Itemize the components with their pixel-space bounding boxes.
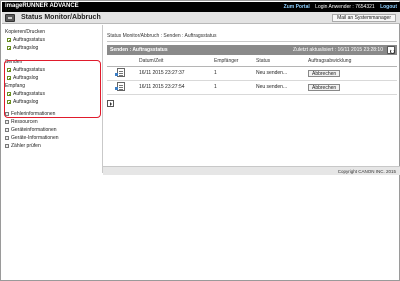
sidebar-item-error-info[interactable]: Fehlerinformationen	[2, 110, 102, 118]
cell-action: Abbrechen	[306, 66, 397, 81]
bullet-icon	[7, 46, 11, 50]
footer: Copyright CANON INC. 2015	[103, 166, 400, 175]
sidebar-item-copy-job-status[interactable]: Auftragsstatus	[2, 36, 102, 44]
col-header-icon	[107, 57, 137, 67]
expand-icon	[5, 136, 9, 140]
sidebar: Kopieren/Drucken Auftragsstatus Auftrags…	[2, 25, 103, 173]
login-user-label: Login Anwender : 7654321	[315, 4, 375, 10]
sidebar-group-receive: Empfang	[5, 83, 26, 89]
col-header-recipients: Empfänger	[212, 57, 254, 67]
expand-icon	[5, 144, 9, 148]
cell-icon	[107, 66, 137, 81]
sidebar-item-label: Auftragslog	[13, 75, 39, 81]
sidebar-item-send-job-status[interactable]: Auftragsstatus	[2, 66, 102, 74]
cell-datetime: 16/11 2015 23:27:54	[137, 80, 212, 95]
section-title-bar: Senden : Auftragsstatus Zuletzt aktualis…	[107, 45, 397, 55]
sidebar-item-device-info[interactable]: Geräte-Informationen	[2, 134, 102, 142]
browser-frame: imageRUNNER ADVANCE Zum Portal Login Anw…	[0, 0, 400, 281]
cancel-job-button[interactable]: Abbrechen	[308, 83, 341, 91]
cell-recipients: 1	[212, 66, 254, 81]
sidebar-item-check-counter[interactable]: Zähler prüfen	[2, 142, 102, 150]
cell-icon	[107, 80, 137, 95]
expand-icon	[5, 112, 9, 116]
cell-recipients: 1	[212, 80, 254, 95]
sidebar-item-label: Fehlerinformationen	[11, 111, 56, 117]
divider	[107, 41, 397, 42]
brand-logo: imageRUNNER ADVANCE	[5, 3, 79, 9]
sidebar-item-label: Auftragsstatus	[13, 91, 45, 97]
expand-icon	[5, 120, 9, 124]
sidebar-item-label: Ressourcen	[11, 119, 38, 125]
cell-status: Neu senden...	[254, 66, 306, 81]
bullet-icon	[7, 38, 11, 42]
cell-datetime: 16/11 2015 23:27:37	[137, 66, 212, 81]
sidebar-item-label: Geräte-Informationen	[11, 135, 59, 141]
breadcrumb: Status Monitor/Abbruch : Senden : Auftra…	[107, 33, 217, 39]
sidebar-item-receive-job-log[interactable]: Auftragslog	[2, 98, 102, 106]
sidebar-item-label: Auftragslog	[13, 45, 39, 51]
top-links: Zum Portal Login Anwender : 7654321 Logo…	[280, 4, 397, 10]
sidebar-item-receive-job-status[interactable]: Auftragsstatus	[2, 90, 102, 98]
logout-link[interactable]: Logout	[380, 4, 397, 10]
sidebar-item-label: Auftragslog	[13, 99, 39, 105]
portal-link[interactable]: Zum Portal	[284, 4, 310, 10]
bullet-icon	[7, 76, 11, 80]
sidebar-item-label: Auftragsstatus	[13, 67, 45, 73]
sidebar-group-send: Senden	[5, 59, 23, 65]
sidebar-item-resources[interactable]: Ressourcen	[2, 118, 102, 126]
sidebar-item-send-job-log[interactable]: Auftragslog	[2, 74, 102, 82]
job-status-table: Datum/Zeit Empfänger Status Auftragsabwi…	[107, 57, 397, 95]
top-bar: imageRUNNER ADVANCE Zum Portal Login Anw…	[2, 2, 400, 12]
cell-status: Neu senden...	[254, 80, 306, 95]
main-content: Status Monitor/Abbruch : Senden : Auftra…	[107, 25, 397, 107]
status-monitor-icon	[5, 14, 15, 22]
send-job-icon	[115, 67, 125, 77]
sidebar-item-label: Auftragsstatus	[13, 37, 45, 43]
col-header-status: Status	[254, 57, 306, 67]
section-title: Senden : Auftragsstatus	[110, 47, 168, 53]
cancel-job-button[interactable]: Abbrechen	[308, 69, 341, 77]
bullet-icon	[7, 68, 11, 72]
bullet-icon	[7, 92, 11, 96]
table-row: 16/11 2015 23:27:54 1 Neu senden... Abbr…	[107, 80, 397, 95]
col-header-datetime: Datum/Zeit	[137, 57, 212, 67]
mail-to-admin-button[interactable]: Mail an Systemmanager	[332, 14, 396, 22]
page-next-icon[interactable]	[107, 99, 114, 107]
copyright-text: Copyright CANON INC. 2015	[337, 169, 396, 174]
sidebar-item-device-functions[interactable]: Geräteinformationen	[2, 126, 102, 134]
col-header-job-handling: Auftragsabwicklung	[306, 57, 397, 67]
bullet-icon	[7, 100, 11, 104]
table-row: 16/11 2015 23:27:37 1 Neu senden... Abbr…	[107, 66, 397, 81]
page-title: Status Monitor/Abbruch	[21, 14, 101, 21]
last-updated-label: Zuletzt aktualisiert : 16/11 2015 23:28:…	[293, 47, 383, 53]
sidebar-item-label: Geräteinformationen	[11, 127, 57, 133]
sidebar-item-label: Zähler prüfen	[11, 143, 41, 149]
sidebar-item-copy-job-log[interactable]: Auftragslog	[2, 44, 102, 52]
table-header-row: Datum/Zeit Empfänger Status Auftragsabwi…	[107, 57, 397, 67]
page-header: Status Monitor/Abbruch Mail an Systemman…	[2, 12, 400, 24]
expand-icon	[5, 128, 9, 132]
refresh-icon[interactable]	[387, 46, 395, 54]
sidebar-group-copy-print: Kopieren/Drucken	[5, 29, 46, 35]
send-job-icon	[115, 81, 125, 91]
cell-action: Abbrechen	[306, 80, 397, 95]
